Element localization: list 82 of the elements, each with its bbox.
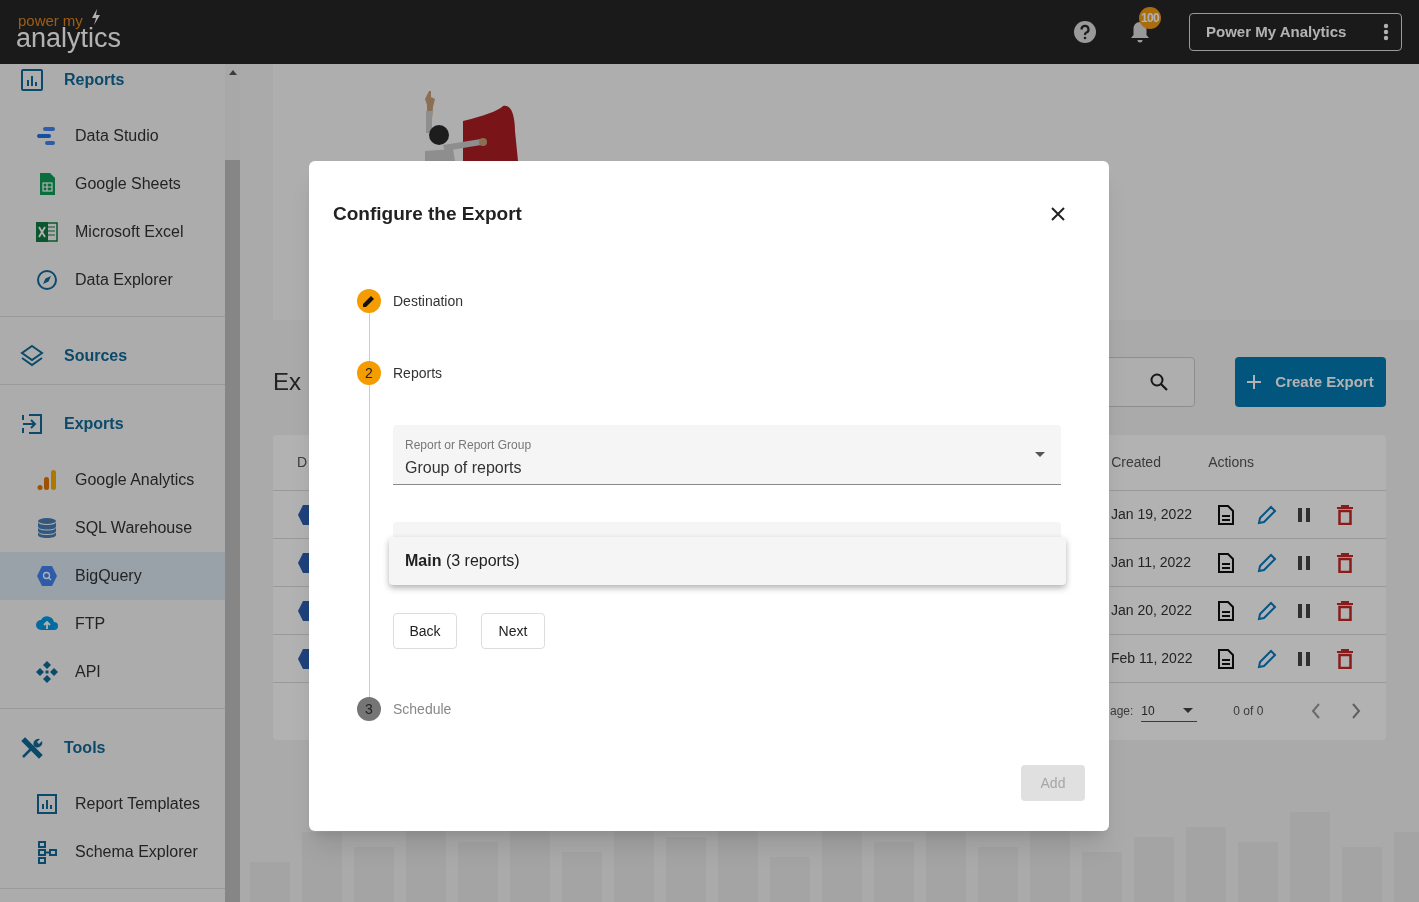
step-indicator: 2	[357, 361, 381, 385]
bell-icon[interactable]	[1129, 20, 1151, 44]
bar-chart-icon	[35, 792, 59, 816]
step-label: Reports	[393, 363, 443, 383]
tools-icon	[20, 736, 44, 760]
table-cell-text: Jan 11, 2022	[1111, 553, 1192, 572]
next-icon[interactable]	[1351, 703, 1362, 719]
dialog-title: Configure the Export	[333, 201, 522, 226]
trash-icon[interactable]	[1337, 600, 1353, 621]
step-button[interactable]: Back	[393, 613, 457, 649]
trash-icon[interactable]	[1337, 552, 1353, 573]
bolt-icon	[90, 8, 101, 25]
search-icon	[1150, 373, 1168, 391]
step-button[interactable]: Next	[481, 613, 545, 649]
logo-text: my	[62, 12, 83, 28]
page-title: Ex	[273, 367, 301, 397]
field-label: Report or Report Group	[405, 437, 533, 454]
spreadsheet-icon	[35, 220, 59, 244]
pencil-icon[interactable]	[1257, 648, 1277, 669]
bar-chart-icon	[35, 468, 59, 492]
create-export-button[interactable]: Create Export	[1235, 357, 1386, 407]
sidebar-item[interactable]: BigQuery	[0, 552, 225, 600]
document-icon[interactable]	[1217, 600, 1235, 621]
caret-icon	[1183, 708, 1194, 713]
step-label: Destination	[393, 291, 464, 311]
bar-chart-icon	[20, 68, 44, 92]
hexagon-icon	[35, 564, 59, 588]
column-header: Created	[1111, 453, 1162, 472]
more-icon	[1383, 23, 1389, 41]
column-header: D	[297, 453, 308, 472]
pencil-icon[interactable]	[1257, 552, 1277, 573]
account-menu-button[interactable]: Power My Analytics	[1189, 13, 1402, 51]
document-icon[interactable]	[1217, 552, 1235, 573]
field-value: Group of reports	[405, 458, 523, 478]
previous-icon[interactable]	[1311, 703, 1322, 719]
scroll-up-icon[interactable]	[228, 69, 237, 75]
pencil-icon[interactable]	[1257, 600, 1277, 621]
table-cell-text: Jan 20, 2022	[1111, 601, 1193, 620]
sidebar-item[interactable]: Google Sheets	[0, 160, 225, 208]
page-range: 0 of 0	[1233, 703, 1264, 720]
pause-icon[interactable]	[1297, 506, 1311, 523]
menu-item[interactable]: Main (3 reports)	[389, 537, 1066, 585]
diamond-arrows-icon	[35, 660, 59, 684]
section-title: Exports	[64, 414, 124, 434]
plus-icon	[1247, 375, 1262, 389]
table-cell-text: Jan 19, 2022	[1111, 505, 1193, 524]
rows-per-page-select[interactable]: 10	[1141, 700, 1198, 722]
sidebar-item[interactable]: Data Studio	[0, 112, 225, 160]
report-select[interactable]: Report or Report Group Group of reports	[393, 425, 1061, 485]
export-icon	[20, 412, 44, 436]
section-title: Reports	[64, 70, 125, 90]
trash-icon[interactable]	[1337, 648, 1353, 669]
pencil-icon[interactable]	[1257, 504, 1277, 525]
table-cell-text: Feb 11, 2022	[1111, 649, 1194, 668]
compass-icon	[35, 268, 59, 292]
sidebar-item[interactable]: FTP	[0, 600, 225, 648]
section-title: Sources	[64, 346, 128, 366]
column-header: Actions	[1208, 453, 1255, 472]
layers-icon	[20, 344, 44, 368]
rows-per-page-label: age:	[1110, 703, 1134, 720]
sidebar-item[interactable]: Schema Explorer	[0, 828, 225, 876]
database-icon	[35, 516, 59, 540]
notification-badge: 100	[1139, 7, 1161, 29]
caret-icon	[1035, 452, 1045, 457]
pause-icon[interactable]	[1297, 650, 1311, 667]
close-icon[interactable]	[1051, 207, 1065, 221]
step-indicator: 3	[357, 697, 381, 721]
hierarchy-icon	[35, 840, 59, 864]
sidebar-item[interactable]: SQL Warehouse	[0, 504, 225, 552]
help-icon[interactable]	[1073, 20, 1097, 44]
section-title: Tools	[64, 738, 106, 758]
step-label: Schedule	[393, 699, 452, 719]
trash-icon[interactable]	[1337, 504, 1353, 525]
sidebar-item[interactable]: Report Templates	[0, 780, 225, 828]
sidebar-item[interactable]: Microsoft Excel	[0, 208, 225, 256]
sidebar-item[interactable]: Data Explorer	[0, 256, 225, 304]
sidebar-item[interactable]: Google Analytics	[0, 456, 225, 504]
pause-icon[interactable]	[1297, 554, 1311, 571]
document-icon[interactable]	[1217, 504, 1235, 525]
pause-icon[interactable]	[1297, 602, 1311, 619]
document-icon[interactable]	[1217, 648, 1235, 669]
sidebar-item[interactable]: API	[0, 648, 225, 696]
